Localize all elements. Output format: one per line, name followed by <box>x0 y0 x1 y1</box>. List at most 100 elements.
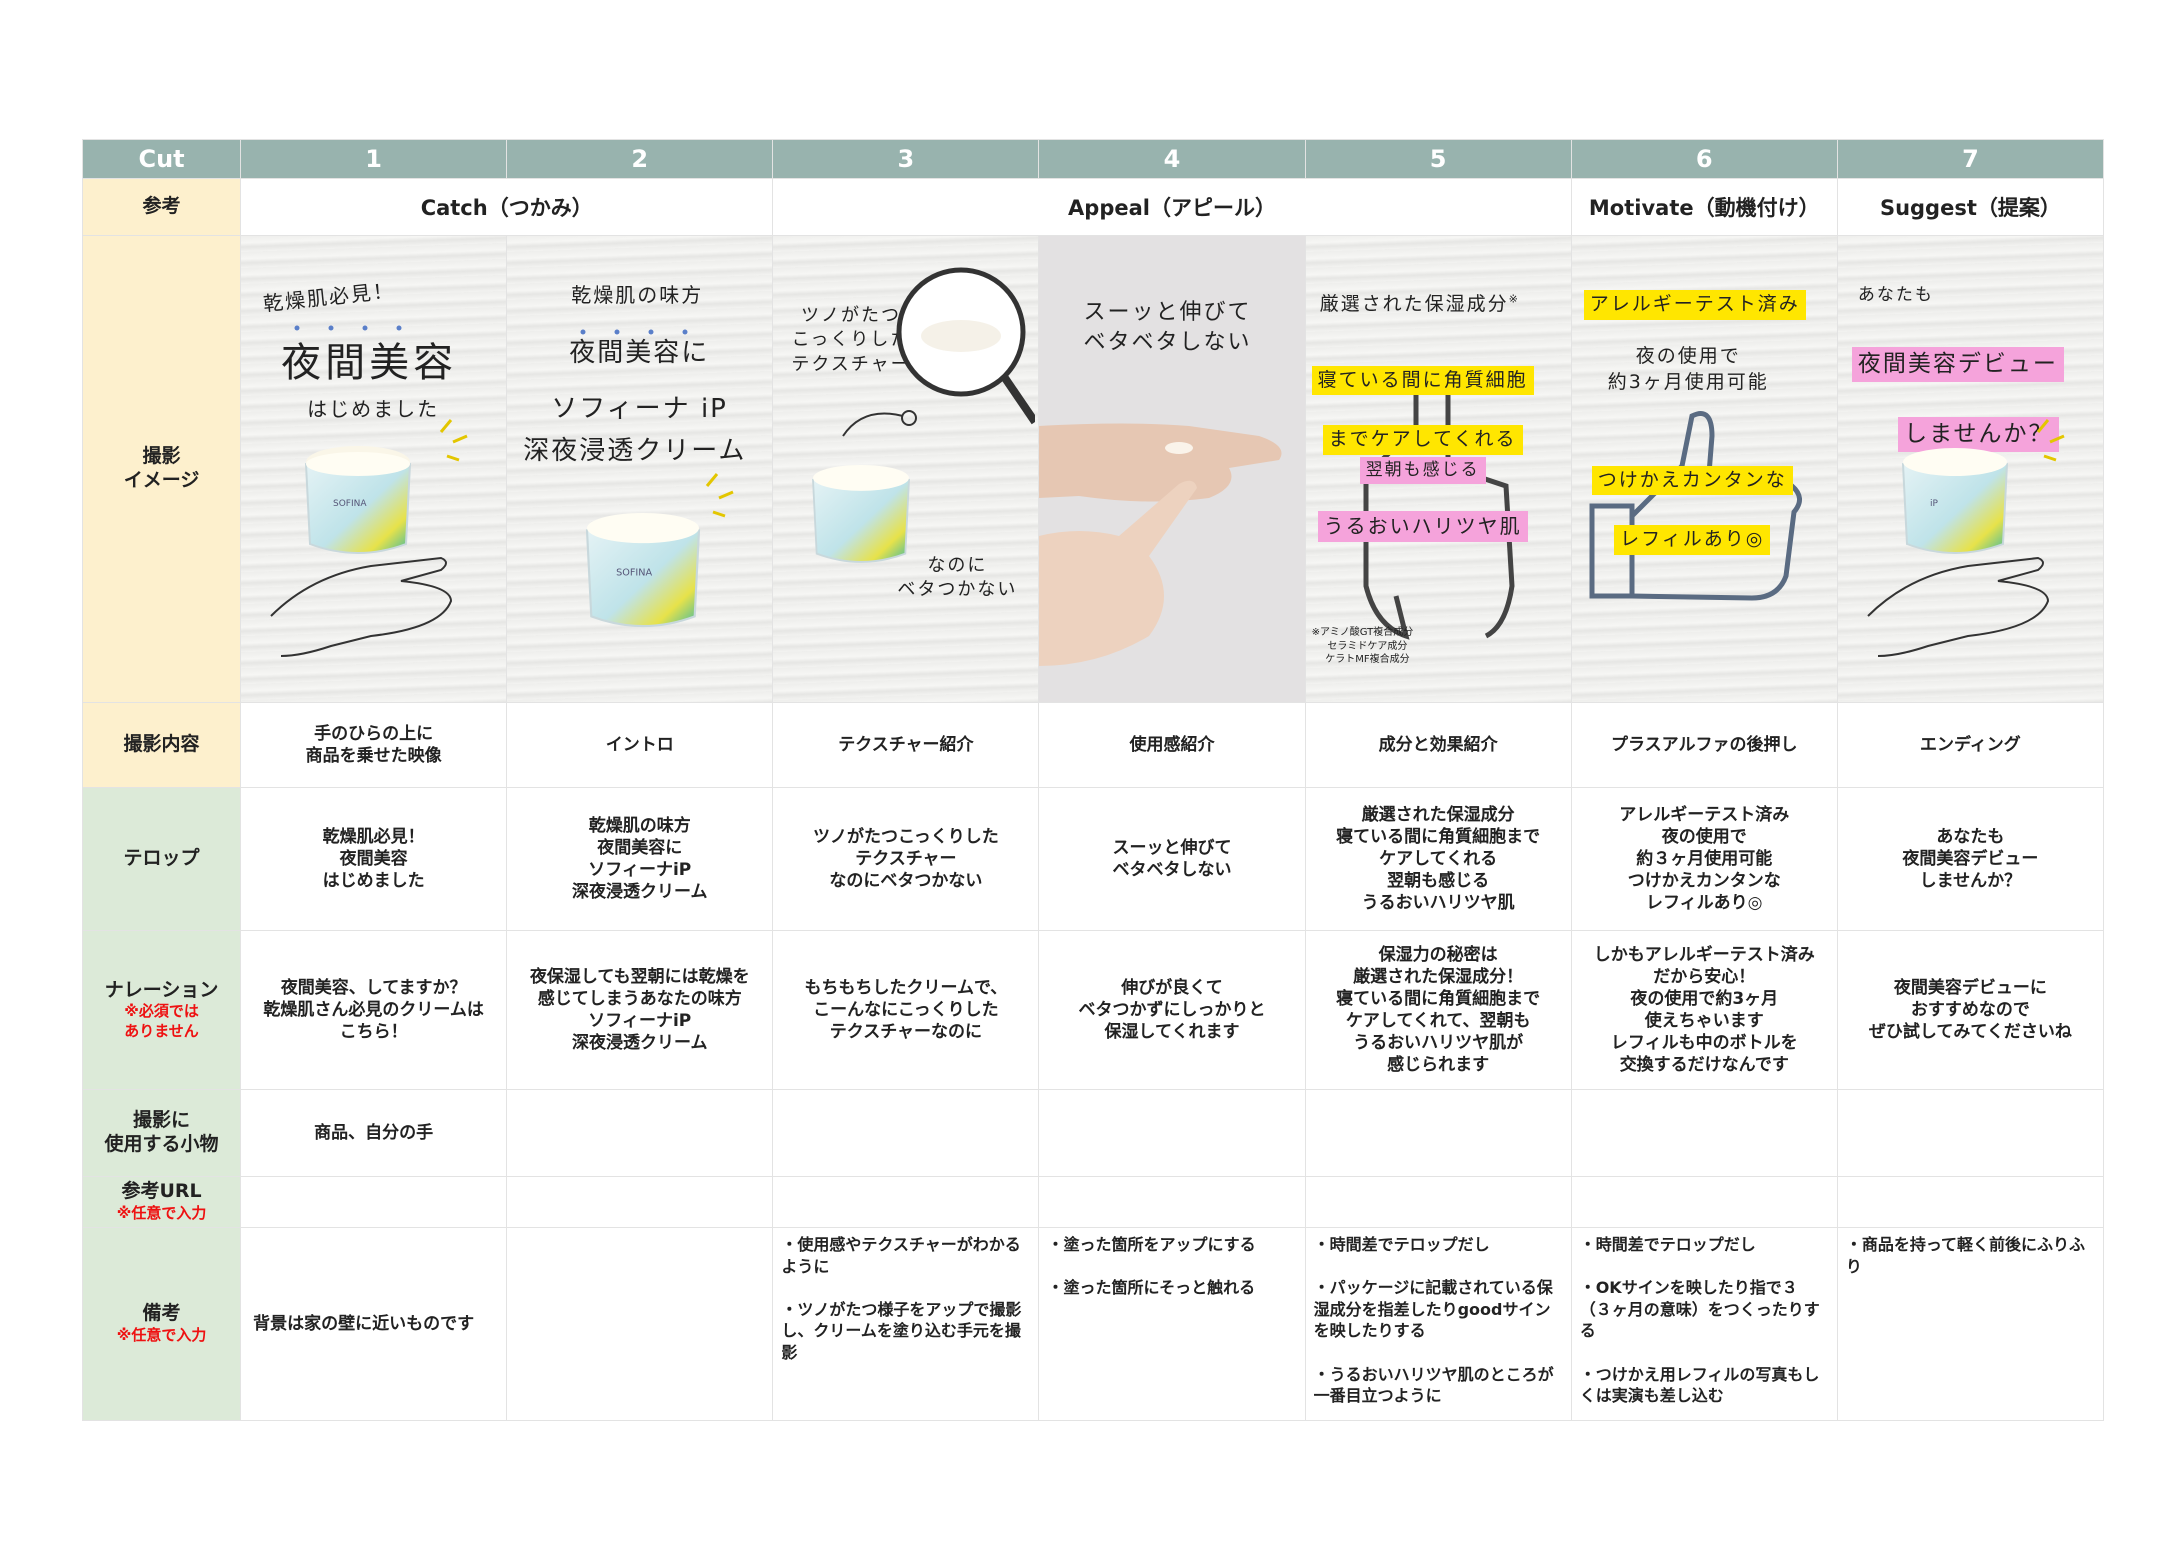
telop-cell-2: 乾燥肌の味方 夜間美容に ソフィーナiP 深夜浸透クリーム <box>506 787 774 931</box>
telop-cell-6: アレルギーテスト済み 夜の使用で 約３ヶ月使用可能 つけかえカンタンな レフィル… <box>1570 787 1838 931</box>
shot-image-7: あなたも 夜間美容デビュー しませんか？ iP <box>1837 236 2103 702</box>
cut-number-5: 5 <box>1304 139 1572 179</box>
narration-cell-3: もちもちしたクリームで、 こーんなにこっくりした テクスチャーなのに <box>772 930 1040 1090</box>
shot6-yellow-line2: レフィルあり◎ <box>1614 524 1771 555</box>
narration-row: ナレーション ※必須では ありません 夜間美容、してますか？ 乾燥肌さん必見のク… <box>81 930 2105 1090</box>
shot6-mid-text: 夜の使用で 約3ヶ月使用可能 <box>1607 345 1769 393</box>
shot5-top-text: 厳選された保湿成分※ <box>1320 292 1520 318</box>
open-hand-drawing-1 <box>270 325 468 657</box>
telop-cell-3: ツノがたつこっくりした テクスチャー なのにベタつかない <box>772 787 1040 931</box>
image-row: 撮影 イメージ 乾燥肌必見！ 夜間美容 はじめました SOFINA 乾燥肌の味方… <box>81 235 2105 703</box>
url-cell-7[interactable] <box>1836 1176 2105 1228</box>
props-cell-4 <box>1038 1089 1306 1177</box>
url-label-cell: 参考URL ※任意で入力 <box>81 1176 242 1228</box>
image-label: 撮影 イメージ <box>81 235 242 703</box>
shot6-yellow-box: つけかえカンタンな レフィルあり◎ <box>1591 440 1793 555</box>
shot6-yellow-line1: つけかえカンタンな <box>1591 465 1793 496</box>
url-cell-4[interactable] <box>1038 1176 1306 1228</box>
notes-label-cell: 備考 ※任意で入力 <box>81 1227 242 1421</box>
content-cell-2: イントロ <box>506 702 774 788</box>
url-cell-6[interactable] <box>1570 1176 1838 1228</box>
props-cell-7 <box>1836 1089 2105 1177</box>
narration-label-cell: ナレーション ※必須では ありません <box>81 930 242 1090</box>
notes-label: 備考 <box>142 1302 181 1325</box>
cut-number-2: 2 <box>506 139 774 179</box>
phase-catch: Catch（つかみ） <box>240 178 774 236</box>
notes-cell-4: ・塗った箇所をアップにする ・塗った箇所にそっと触れる <box>1038 1227 1306 1421</box>
notes-cell-6: ・時間差でテロップだし ・OKサインを映したり指で３（３ヶ月の意味）をつくったり… <box>1570 1227 1838 1421</box>
reference-row: 参考 Catch（つかみ） Appeal（アピール） Motivate（動機付け… <box>81 178 2105 236</box>
narration-cell-4: 伸びが良くて ベタつかずにしっかりと 保湿してくれます <box>1038 930 1306 1090</box>
open-hand-drawing-7 <box>1867 419 2065 657</box>
notes-cell-7: ・商品を持って軽く前後にふりふり <box>1836 1227 2105 1421</box>
content-cell-7: エンディング <box>1836 702 2105 788</box>
props-cell-1: 商品、自分の手 <box>240 1089 508 1177</box>
shot5-asterisk: ※ <box>1508 292 1520 306</box>
telop-cell-5: 厳選された保湿成分 寝ている間に角質細胞まで ケアしてくれる 翌朝も感じる うる… <box>1304 787 1572 931</box>
phase-motivate: Motivate（動機付け） <box>1570 178 1838 236</box>
props-cell-3 <box>772 1089 1040 1177</box>
image-cell-7: あなたも 夜間美容デビュー しませんか？ iP <box>1836 235 2105 703</box>
telop-row: テロップ 乾燥肌必見！ 夜間美容 はじめました 乾燥肌の味方 夜間美容に ソフィ… <box>81 787 2105 931</box>
shot5-pink-box: 翌朝も感じる うるおいハリツヤ肌 <box>1317 434 1528 542</box>
props-cell-5 <box>1304 1089 1572 1177</box>
shot6-top-text: アレルギーテスト済み <box>1583 290 1806 320</box>
image-cell-5: 厳選された保湿成分※ 寝ている間に角質細胞 までケアしてくれる 翌朝も感じる う… <box>1304 235 1572 703</box>
props-cell-6 <box>1570 1089 1838 1177</box>
narration-required-note: ※必須では ありません <box>124 1002 199 1040</box>
url-cell-1[interactable] <box>240 1176 508 1228</box>
image-cell-4: スーッと伸びて ベタベタしない <box>1038 235 1306 703</box>
cut-number-6: 6 <box>1570 139 1838 179</box>
url-cell-2[interactable] <box>506 1176 774 1228</box>
shot5-pink-line1: 翌朝も感じる <box>1359 456 1486 484</box>
sparkle-drawing-2 <box>580 329 734 518</box>
content-label: 撮影内容 <box>81 702 242 788</box>
shot6-top-box: アレルギーテスト済み <box>1583 290 1806 320</box>
content-row: 撮影内容 手のひらの上に 商品を乗せた映像 イントロ テクスチャー紹介 使用感紹… <box>81 702 2105 788</box>
shot-image-1: 乾燥肌必見！ 夜間美容 はじめました SOFINA <box>241 236 507 702</box>
content-cell-6: プラスアルファの後押し <box>1570 702 1838 788</box>
image-cell-1: 乾燥肌必見！ 夜間美容 はじめました SOFINA <box>240 235 508 703</box>
url-cell-3[interactable] <box>772 1176 1040 1228</box>
storyboard-table: Cut 1 2 3 4 5 6 7 参考 Catch（つかみ） Appeal（ア… <box>81 139 2105 1421</box>
telop-cell-4: スーッと伸びて ベタベタしない <box>1038 787 1306 931</box>
shot-image-2: 乾燥肌の味方 夜間美容に ソフィーナ iP 深夜浸透クリーム SOFINA <box>507 236 773 702</box>
cut-number-7: 7 <box>1836 139 2105 179</box>
shot-image-5: 厳選された保湿成分※ 寝ている間に角質細胞 までケアしてくれる 翌朝も感じる う… <box>1305 236 1571 702</box>
applying-cream-hands-photo <box>1039 423 1282 666</box>
phase-suggest: Suggest（提案） <box>1836 178 2105 236</box>
narration-cell-6: しかもアレルギーテスト済み だから安心！ 夜の使用で約3ヶ月 使えちゃいます レ… <box>1570 930 1838 1090</box>
notes-cell-5: ・時間差でテロップだし ・パッケージに記載されている保湿成分を指差したりgood… <box>1304 1227 1572 1421</box>
content-cell-3: テクスチャー紹介 <box>772 702 1040 788</box>
shot5-pink-line2: うるおいハリツヤ肌 <box>1317 510 1528 542</box>
props-row: 撮影に 使用する小物 商品、自分の手 <box>81 1089 2105 1177</box>
image-cell-2: 乾燥肌の味方 夜間美容に ソフィーナ iP 深夜浸透クリーム SOFINA <box>506 235 774 703</box>
narration-label: ナレーション <box>104 978 219 1001</box>
image-cell-6: アレルギーテスト済み 夜の使用で 約3ヶ月使用可能 つけかえカンタンな レフィル… <box>1570 235 1838 703</box>
notes-optional-note: ※任意で入力 <box>116 1326 207 1345</box>
props-label: 撮影に 使用する小物 <box>81 1089 242 1177</box>
telop-cell-1: 乾燥肌必見！ 夜間美容 はじめました <box>240 787 508 931</box>
shot-image-6: アレルギーテスト済み 夜の使用で 約3ヶ月使用可能 つけかえカンタンな レフィル… <box>1571 236 1837 702</box>
cut-number-4: 4 <box>1038 139 1306 179</box>
magnifier-drawing-3 <box>842 267 1036 437</box>
shot-image-4: スーッと伸びて ベタベタしない <box>1039 236 1305 702</box>
narration-cell-5: 保湿力の秘密は 厳選された保湿成分！ 寝ている間に角質細胞まで ケアしてくれて、… <box>1304 930 1572 1090</box>
narration-cell-7: 夜間美容デビューに おすすめなので ぜひ試してみてくださいね <box>1836 930 2105 1090</box>
notes-cell-2 <box>506 1227 774 1421</box>
telop-label: テロップ <box>81 787 242 931</box>
content-cell-1: 手のひらの上に 商品を乗せた映像 <box>240 702 508 788</box>
shot5-top-label: 厳選された保湿成分 <box>1319 293 1509 315</box>
telop-cell-7: あなたも 夜間美容デビュー しませんか？ <box>1836 787 2105 931</box>
url-label: 参考URL <box>121 1180 202 1203</box>
image-cell-3: ツノがたつ こっくりした テクスチャー なのに ベタつかない <box>772 235 1040 703</box>
header-row: Cut 1 2 3 4 5 6 7 <box>81 139 2105 179</box>
shot5-yellow-line1: 寝ている間に角質細胞 <box>1311 365 1534 396</box>
shot-image-3: ツノがたつ こっくりした テクスチャー なのに ベタつかない <box>773 236 1039 702</box>
url-cell-5[interactable] <box>1304 1176 1572 1228</box>
content-cell-4: 使用感紹介 <box>1038 702 1306 788</box>
url-row: 参考URL ※任意で入力 <box>81 1176 2105 1228</box>
cut-number-1: 1 <box>240 139 508 179</box>
notes-cell-1: 背景は家の壁に近いものです <box>240 1227 508 1421</box>
notes-cell-3: ・使用感やテクスチャーがわかるように ・ツノがたつ様子をアップで撮影し、クリーム… <box>772 1227 1040 1421</box>
